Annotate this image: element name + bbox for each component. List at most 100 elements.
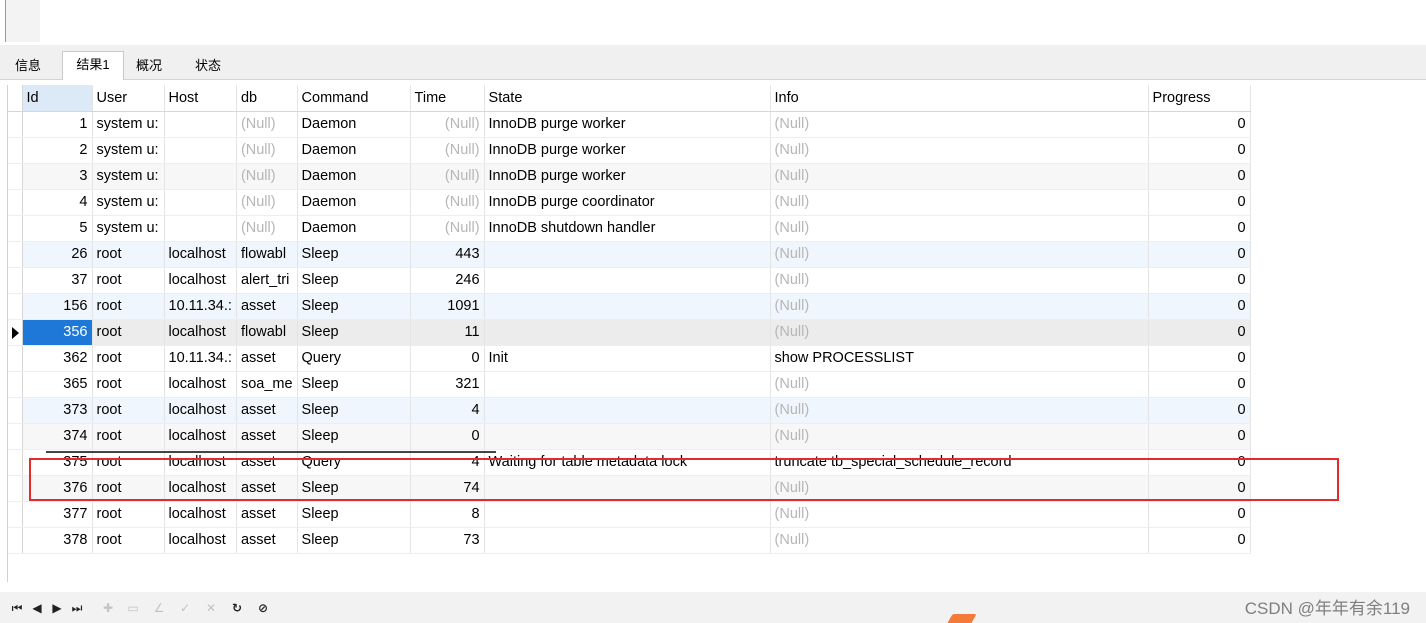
cell-info[interactable]: (Null) — [770, 267, 1149, 294]
column-header-progress[interactable]: Progress — [1148, 85, 1251, 112]
column-header-command[interactable]: Command — [297, 85, 411, 112]
cell-progress[interactable]: 0 — [1148, 111, 1251, 138]
cell-progress[interactable]: 0 — [1148, 397, 1251, 424]
cell-progress[interactable]: 0 — [1148, 241, 1251, 268]
table-row[interactable]: 5 system u: (Null) Daemon (Null) InnoDB shutd… — [8, 215, 1251, 242]
cell-db[interactable]: flowabl — [236, 241, 298, 268]
cell-state[interactable] — [484, 423, 771, 450]
cell-state[interactable]: InnoDB purge worker — [484, 163, 771, 190]
cell-id[interactable]: 377 — [22, 501, 93, 528]
cell-db[interactable]: asset — [236, 527, 298, 554]
cell-user[interactable]: system u: — [92, 215, 165, 242]
cell-command[interactable]: Sleep — [297, 293, 411, 320]
tab-overview[interactable]: 概况 — [124, 54, 174, 79]
cell-info[interactable]: (Null) — [770, 371, 1149, 398]
cell-host[interactable] — [164, 111, 237, 138]
row-indicator[interactable] — [8, 215, 23, 242]
cell-info[interactable]: (Null) — [770, 527, 1149, 554]
cell-command[interactable]: Sleep — [297, 371, 411, 398]
cell-host[interactable]: localhost — [164, 267, 237, 294]
cell-info[interactable]: (Null) — [770, 397, 1149, 424]
cell-id[interactable]: 365 — [22, 371, 93, 398]
row-indicator[interactable] — [8, 293, 23, 320]
cell-state[interactable]: Init — [484, 345, 771, 372]
apply-changes-icon[interactable]: ✓ — [178, 600, 192, 616]
cell-info[interactable]: (Null) — [770, 319, 1149, 346]
cell-db[interactable]: asset — [236, 423, 298, 450]
table-row[interactable]: 2 system u: (Null) Daemon (Null) InnoDB purge… — [8, 137, 1251, 164]
table-row[interactable]: 378 root localhost asset Sleep 73 (Null) 0 — [8, 527, 1251, 554]
cell-info[interactable]: (Null) — [770, 501, 1149, 528]
cell-time[interactable]: 443 — [410, 241, 485, 268]
row-indicator[interactable] — [8, 267, 23, 294]
cell-info[interactable]: (Null) — [770, 241, 1149, 268]
tab-result1[interactable]: 结果1 — [62, 51, 124, 80]
column-header-state[interactable]: State — [484, 85, 771, 112]
cell-user[interactable]: root — [92, 267, 165, 294]
cell-progress[interactable]: 0 — [1148, 137, 1251, 164]
cell-command[interactable]: Sleep — [297, 423, 411, 450]
cell-progress[interactable]: 0 — [1148, 293, 1251, 320]
cell-id[interactable]: 3 — [22, 163, 93, 190]
cell-command[interactable]: Daemon — [297, 215, 411, 242]
cell-info[interactable]: (Null) — [770, 293, 1149, 320]
cell-info[interactable]: show PROCESSLIST — [770, 345, 1149, 372]
next-record-icon[interactable]: ▶ — [50, 600, 64, 616]
cell-time[interactable]: 73 — [410, 527, 485, 554]
cell-info[interactable]: (Null) — [770, 189, 1149, 216]
column-header-db[interactable]: db — [236, 85, 298, 112]
cell-db[interactable]: (Null) — [236, 163, 298, 190]
cell-db[interactable]: (Null) — [236, 215, 298, 242]
column-header-info[interactable]: Info — [770, 85, 1149, 112]
row-indicator[interactable] — [8, 397, 23, 424]
cell-user[interactable]: system u: — [92, 189, 165, 216]
cell-user[interactable]: root — [92, 423, 165, 450]
cell-id[interactable]: 4 — [22, 189, 93, 216]
cell-time[interactable]: (Null) — [410, 163, 485, 190]
cell-id[interactable]: 356 — [22, 319, 93, 346]
cell-user[interactable]: root — [92, 501, 165, 528]
cell-id[interactable]: 156 — [22, 293, 93, 320]
table-row[interactable]: 4 system u: (Null) Daemon (Null) InnoDB purge… — [8, 189, 1251, 216]
last-record-icon[interactable]: ⏭ — [70, 600, 84, 616]
cell-state[interactable] — [484, 241, 771, 268]
cell-id[interactable]: 373 — [22, 397, 93, 424]
row-indicator[interactable] — [8, 449, 23, 476]
cell-host[interactable]: 10.11.34.: — [164, 293, 237, 320]
cell-user[interactable]: root — [92, 293, 165, 320]
row-indicator[interactable] — [8, 163, 23, 190]
cell-time[interactable]: 321 — [410, 371, 485, 398]
delete-record-icon[interactable]: ▭ — [126, 600, 140, 616]
cell-progress[interactable]: 0 — [1148, 189, 1251, 216]
cell-command[interactable]: Sleep — [297, 241, 411, 268]
cell-progress[interactable]: 0 — [1148, 423, 1251, 450]
cell-command[interactable]: Query — [297, 345, 411, 372]
cell-time[interactable]: 0 — [410, 345, 485, 372]
cell-command[interactable]: Sleep — [297, 397, 411, 424]
cell-progress[interactable]: 0 — [1148, 527, 1251, 554]
cell-db[interactable]: (Null) — [236, 111, 298, 138]
cell-id[interactable]: 378 — [22, 527, 93, 554]
cell-user[interactable]: system u: — [92, 163, 165, 190]
cell-id[interactable]: 374 — [22, 423, 93, 450]
cell-time[interactable]: 4 — [410, 397, 485, 424]
cell-state[interactable] — [484, 501, 771, 528]
row-indicator[interactable] — [8, 371, 23, 398]
cell-state[interactable]: InnoDB purge worker — [484, 111, 771, 138]
cell-user[interactable]: root — [92, 319, 165, 346]
row-indicator[interactable] — [8, 423, 23, 450]
column-header-user[interactable]: User — [92, 85, 165, 112]
cell-info[interactable]: (Null) — [770, 423, 1149, 450]
column-header-id[interactable]: Id — [22, 85, 93, 112]
cell-time[interactable]: (Null) — [410, 215, 485, 242]
cell-user[interactable]: root — [92, 527, 165, 554]
stop-icon[interactable]: ⊘ — [256, 600, 270, 616]
cell-state[interactable] — [484, 267, 771, 294]
table-row[interactable]: 26 root localhost flowabl Sleep 443 (Null) 0 — [8, 241, 1251, 268]
first-record-icon[interactable]: ⏮ — [10, 600, 24, 616]
cell-host[interactable]: localhost — [164, 241, 237, 268]
cell-state[interactable] — [484, 293, 771, 320]
add-record-icon[interactable]: ✚ — [101, 600, 115, 616]
cell-progress[interactable]: 0 — [1148, 319, 1251, 346]
row-indicator[interactable] — [8, 241, 23, 268]
